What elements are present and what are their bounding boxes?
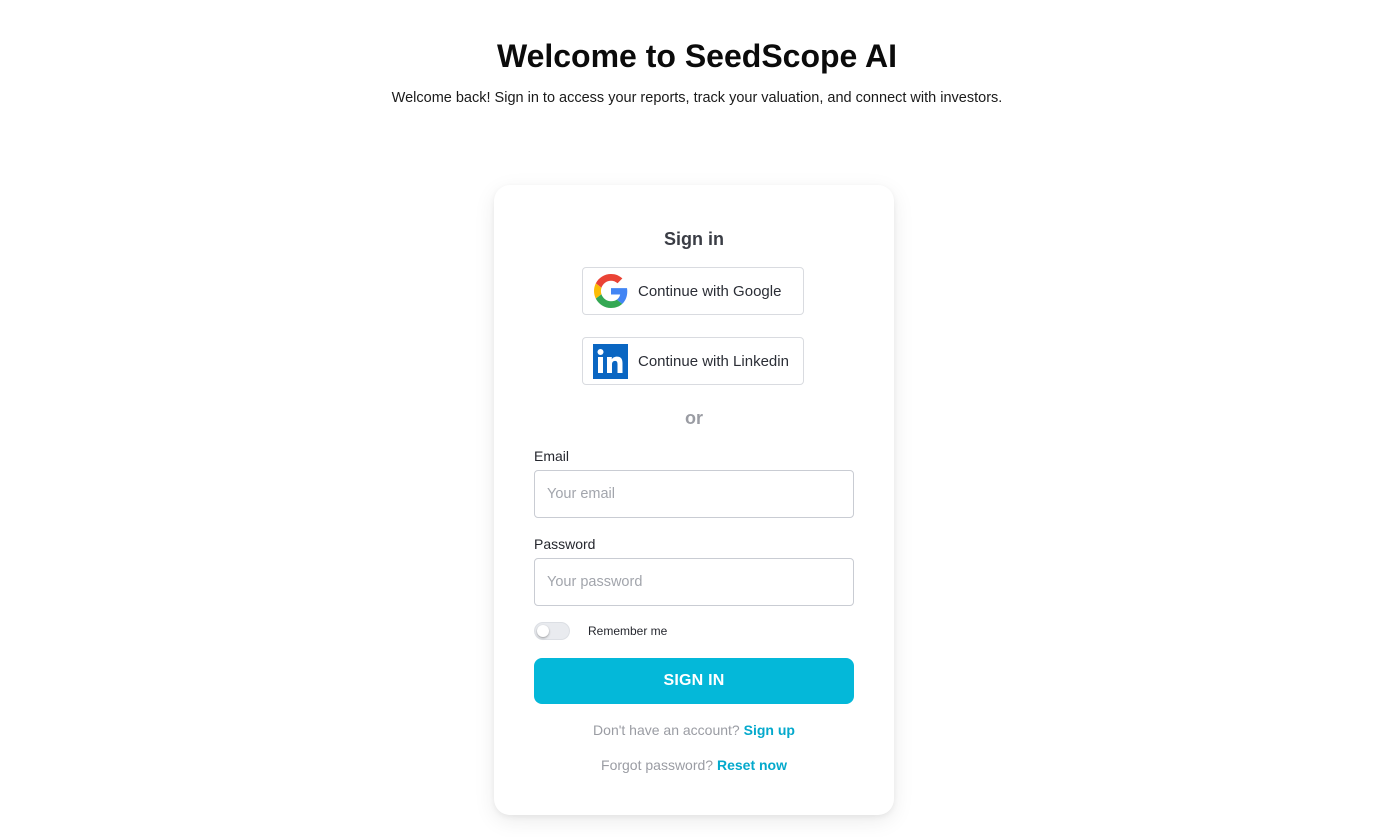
signup-link[interactable]: Sign up: [744, 722, 795, 738]
google-signin-button[interactable]: Continue with Google: [582, 267, 804, 315]
password-field[interactable]: [534, 558, 854, 606]
password-label: Password: [534, 536, 596, 552]
linkedin-icon: [593, 343, 628, 379]
page-subtitle: Welcome back! Sign in to access your rep…: [391, 90, 1003, 106]
reset-row: Forgot password? Reset now: [494, 755, 894, 775]
linkedin-signin-label: Continue with Linkedin: [638, 352, 789, 370]
email-label: Email: [534, 448, 570, 464]
google-icon: [593, 274, 628, 309]
google-signin-label: Continue with Google: [638, 282, 782, 300]
toggle-knob: [537, 625, 549, 637]
signin-button[interactable]: SIGN IN: [534, 658, 854, 704]
signin-page: Welcome to SeedScope AI Welcome back! Si…: [0, 0, 1394, 837]
card-title: Sign in: [664, 229, 724, 249]
forgot-prompt: Forgot password?: [601, 757, 717, 773]
linkedin-signin-button[interactable]: Continue with Linkedin: [582, 337, 804, 385]
email-field[interactable]: [534, 470, 854, 518]
page-title: Welcome to SeedScope AI: [496, 38, 898, 74]
or-divider: or: [685, 408, 703, 428]
signup-prompt: Don't have an account?: [593, 722, 744, 738]
reset-link[interactable]: Reset now: [717, 757, 787, 773]
remember-me-label: Remember me: [588, 624, 668, 638]
remember-me-toggle[interactable]: [534, 622, 570, 640]
signin-card: Sign in Continue with Google Continue wi…: [494, 185, 894, 815]
signup-row: Don't have an account? Sign up: [494, 720, 894, 740]
